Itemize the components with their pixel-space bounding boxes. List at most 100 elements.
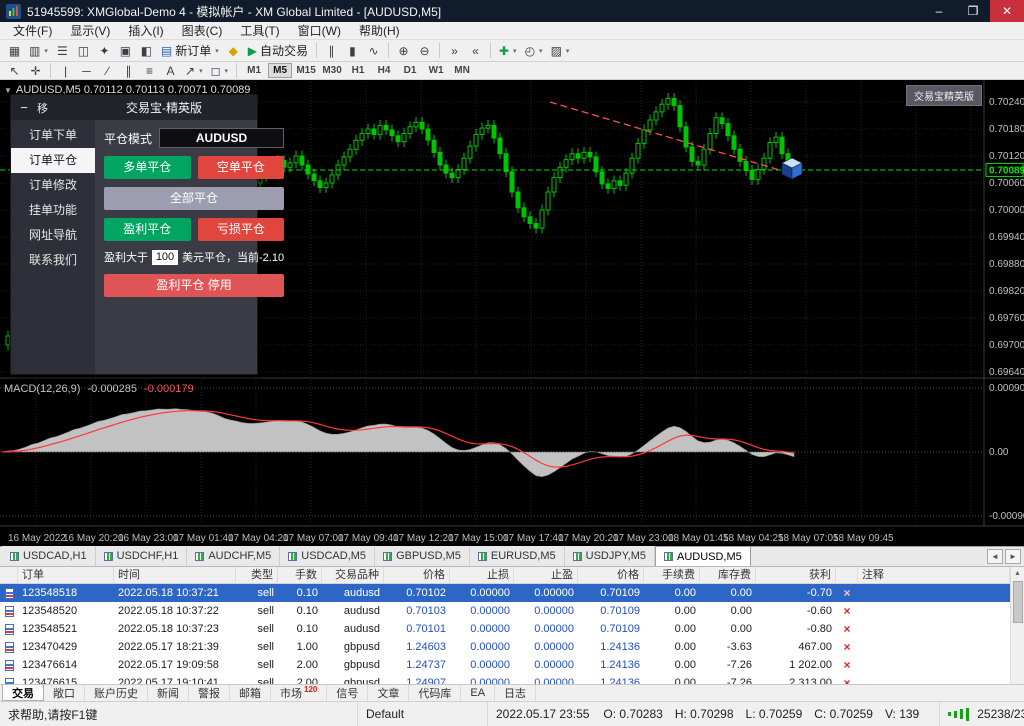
- chart-tab-usdjpy-m5[interactable]: USDJPY,M5: [565, 546, 655, 566]
- menu-item-2[interactable]: 插入(I): [119, 21, 172, 40]
- scrollbar-thumb[interactable]: [1013, 581, 1023, 623]
- timeframe-w1-button[interactable]: W1: [424, 63, 448, 78]
- chart-bars-button[interactable]: ∥: [321, 42, 342, 60]
- column-header-sl[interactable]: 止损: [450, 567, 514, 584]
- autotrading-button[interactable]: ▶自动交易: [244, 42, 312, 60]
- shapes-tool[interactable]: ◻▾: [207, 62, 232, 80]
- crosshair-tool[interactable]: ✛: [25, 62, 46, 80]
- order-row[interactable]: 1235485182022.05.18 10:37:21sell0.10audu…: [0, 584, 1024, 602]
- column-header-price2[interactable]: 价格: [578, 567, 644, 584]
- terminal-tab-0[interactable]: 交易: [2, 685, 44, 701]
- column-header-tp[interactable]: 止盈: [514, 567, 578, 584]
- strategy-tester-button[interactable]: ◧: [136, 42, 157, 60]
- panel-tab-3[interactable]: 挂单功能: [11, 198, 95, 223]
- terminal-tab-2[interactable]: 账户历史: [85, 685, 148, 701]
- close-loss-button[interactable]: 亏损平仓: [198, 218, 285, 241]
- menu-item-0[interactable]: 文件(F): [4, 21, 61, 40]
- panel-tab-5[interactable]: 联系我们: [11, 248, 95, 273]
- close-order-button[interactable]: ×: [836, 602, 858, 620]
- data-window-button[interactable]: ◫: [73, 42, 94, 60]
- tab-scroll-right-button[interactable]: ►: [1005, 549, 1021, 564]
- timeframe-m5-button[interactable]: M5: [268, 63, 292, 78]
- menu-item-1[interactable]: 显示(V): [61, 21, 119, 40]
- profit-threshold-input[interactable]: 100: [152, 250, 178, 265]
- horizontal-line-tool[interactable]: ─: [76, 62, 97, 80]
- column-header-commission[interactable]: 手续费: [644, 567, 700, 584]
- chart-tab-gbpusd-m5[interactable]: GBPUSD,M5: [375, 546, 470, 566]
- close-mode-symbol-select[interactable]: AUDUSD: [159, 128, 284, 148]
- close-order-button[interactable]: ×: [836, 620, 858, 638]
- terminal-tab-9[interactable]: 代码库: [409, 685, 461, 701]
- panel-tab-4[interactable]: 网址导航: [11, 223, 95, 248]
- terminal-tab-3[interactable]: 新闻: [148, 685, 189, 701]
- terminal-tab-6[interactable]: 市场120: [271, 685, 327, 701]
- order-row[interactable]: 1235485212022.05.18 10:37:23sell0.10audu…: [0, 620, 1024, 638]
- terminal-tab-5[interactable]: 邮箱: [230, 685, 271, 701]
- menu-item-3[interactable]: 图表(C): [173, 21, 232, 40]
- terminal-tab-4[interactable]: 警报: [189, 685, 230, 701]
- close-profit-button[interactable]: 盈利平仓: [104, 218, 191, 241]
- column-header-time[interactable]: 时间: [114, 567, 236, 584]
- navigator-button[interactable]: ✦: [94, 42, 115, 60]
- order-row[interactable]: 1234766152022.05.17 19:10:41sell2.00gbpu…: [0, 674, 1024, 684]
- timeframe-m1-button[interactable]: M1: [242, 63, 266, 78]
- text-tool[interactable]: A: [160, 62, 181, 80]
- maximize-button[interactable]: ❐: [956, 0, 990, 22]
- chart-tab-usdchf-h1[interactable]: USDCHF,H1: [96, 546, 188, 566]
- timeframe-m30-button[interactable]: M30: [320, 63, 344, 78]
- column-header-comment[interactable]: 注释: [858, 567, 1010, 584]
- terminal-tab-7[interactable]: 信号: [327, 685, 368, 701]
- chart-tab-audchf-m5[interactable]: AUDCHF,M5: [187, 546, 280, 566]
- menu-item-5[interactable]: 窗口(W): [289, 21, 350, 40]
- indicators-button[interactable]: ✚▾: [495, 42, 521, 60]
- close-button[interactable]: ✕: [990, 0, 1024, 22]
- auto-scroll-button[interactable]: »: [444, 42, 465, 60]
- panel-move-handle[interactable]: 移: [37, 100, 48, 116]
- terminal-tab-8[interactable]: 文章: [368, 685, 409, 701]
- arrows-tool[interactable]: ↗▾: [181, 62, 207, 80]
- terminal-scrollbar[interactable]: ▲: [1010, 567, 1024, 684]
- periods-button[interactable]: ◴▾: [521, 42, 547, 60]
- order-row[interactable]: 1234704292022.05.17 18:21:39sell1.00gbpu…: [0, 638, 1024, 656]
- panel-tab-1[interactable]: 订单平仓: [11, 148, 95, 173]
- templates-button[interactable]: ▨▾: [547, 42, 574, 60]
- column-header-swap[interactable]: 库存费: [700, 567, 756, 584]
- close-all-button[interactable]: 全部平仓: [104, 187, 284, 210]
- vertical-line-tool[interactable]: |: [55, 62, 76, 80]
- panel-tab-0[interactable]: 订单下单: [11, 123, 95, 148]
- minimize-button[interactable]: –: [922, 0, 956, 22]
- scroll-up-arrow[interactable]: ▲: [1011, 567, 1024, 579]
- close-order-button[interactable]: ×: [836, 584, 858, 602]
- chart-tab-audusd-m5[interactable]: AUDUSD,M5: [655, 546, 751, 566]
- terminal-tab-1[interactable]: 敞口: [44, 685, 85, 701]
- channel-tool[interactable]: ∥: [118, 62, 139, 80]
- order-row[interactable]: 1235485202022.05.18 10:37:22sell0.10audu…: [0, 602, 1024, 620]
- profiles-button[interactable]: ▥▾: [25, 42, 52, 60]
- terminal-tab-10[interactable]: EA: [461, 685, 495, 701]
- timeframe-mn-button[interactable]: MN: [450, 63, 474, 78]
- close-order-button[interactable]: ×: [836, 656, 858, 674]
- timeframe-m15-button[interactable]: M15: [294, 63, 318, 78]
- status-profile[interactable]: Default: [358, 702, 488, 726]
- close-order-button[interactable]: ×: [836, 638, 858, 656]
- column-header-symbol[interactable]: 交易品种: [322, 567, 384, 584]
- autoclose-toggle-button[interactable]: 盈利平仓 停用: [104, 274, 284, 297]
- close-short-button[interactable]: 空单平仓: [198, 156, 285, 179]
- zoom-out-button[interactable]: ⊖: [414, 42, 435, 60]
- chart-shift-button[interactable]: «: [465, 42, 486, 60]
- chart-tab-eurusd-m5[interactable]: EURUSD,M5: [470, 546, 565, 566]
- panel-tab-2[interactable]: 订单修改: [11, 173, 95, 198]
- menu-item-6[interactable]: 帮助(H): [350, 21, 409, 40]
- chart-area[interactable]: 0.702400.701800.701200.700600.700000.699…: [0, 80, 1024, 546]
- close-order-button[interactable]: ×: [836, 674, 858, 684]
- new-chart-button[interactable]: ▦: [4, 42, 25, 60]
- fibonacci-tool[interactable]: ≡: [139, 62, 160, 80]
- chart-tab-usdcad-h1[interactable]: USDCAD,H1: [2, 546, 96, 566]
- tab-scroll-left-button[interactable]: ◄: [987, 549, 1003, 564]
- chart-line-button[interactable]: ∿: [363, 42, 384, 60]
- timeframe-h1-button[interactable]: H1: [346, 63, 370, 78]
- column-header-profit[interactable]: 获利: [756, 567, 836, 584]
- order-row[interactable]: 1234766142022.05.17 19:09:58sell2.00gbpu…: [0, 656, 1024, 674]
- zoom-in-button[interactable]: ⊕: [393, 42, 414, 60]
- timeframe-d1-button[interactable]: D1: [398, 63, 422, 78]
